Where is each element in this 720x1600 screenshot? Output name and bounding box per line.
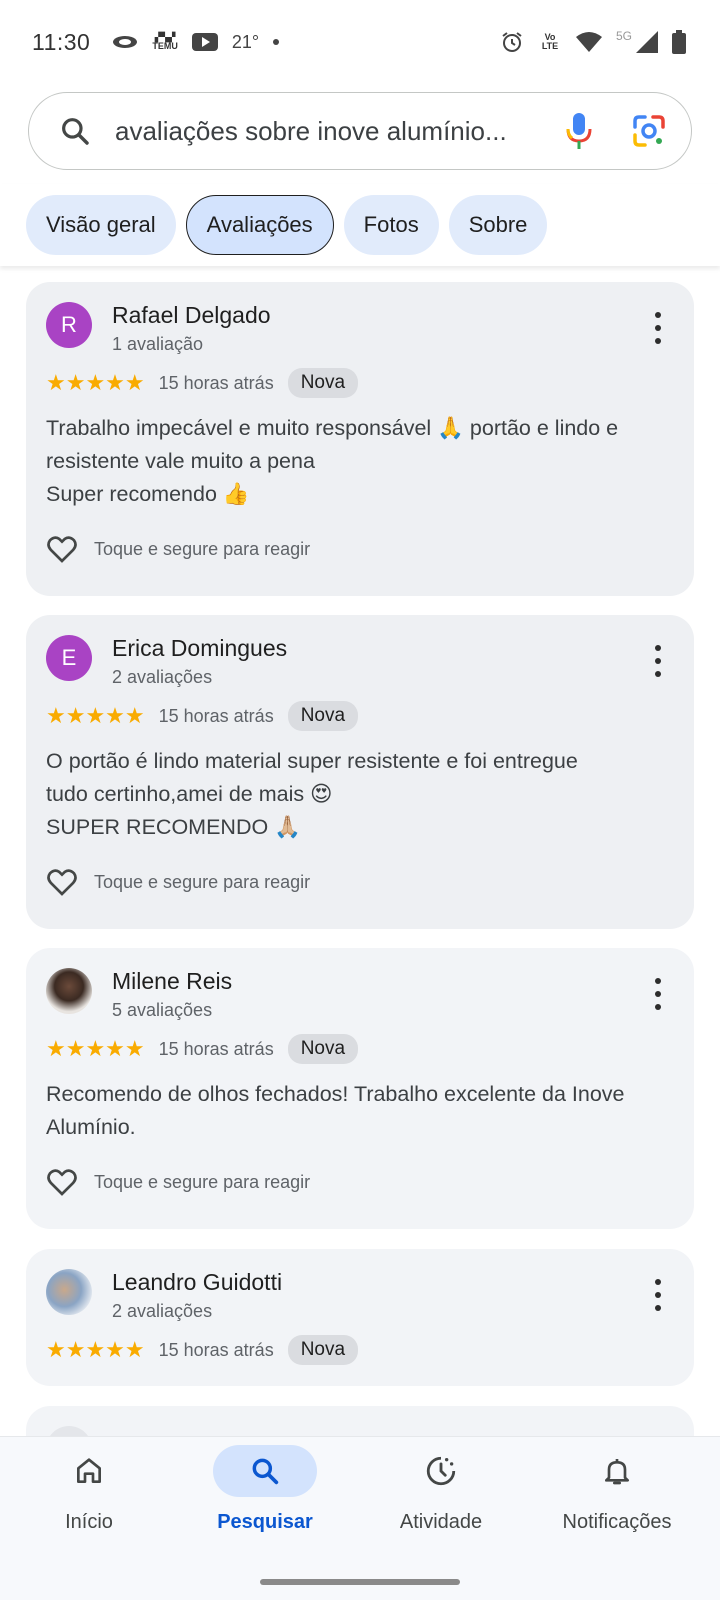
nav-label: Pesquisar [217,1511,313,1533]
review-text: Recomendo de olhos fechados! Trabalho ex… [46,1082,625,1139]
reviewer-name[interactable]: Milene Reis [112,968,232,995]
reviewer-name[interactable]: Erica Domingues [112,635,287,662]
star-rating: ★★★★★ [46,703,145,728]
mic-icon [566,113,592,149]
star-rating: ★★★★★ [46,1337,145,1362]
star-rating: ★★★★★ [46,370,145,395]
lens-icon [633,115,665,147]
review-time: 15 horas atrás [158,705,274,726]
more-options-button[interactable] [646,978,670,1010]
review-time: 15 horas atrás [158,1038,274,1059]
bell-icon [605,1459,629,1485]
react-hint: Toque e segure para reagir [94,538,311,559]
search-icon [57,113,93,149]
heart-icon [47,536,77,563]
reviewer-name[interactable]: Rafael Delgado [112,302,271,329]
alarm-icon [502,32,522,52]
notification-dot-icon [273,39,280,45]
review-count: 1 avaliação [112,334,204,354]
rating-row: ★★★★★ 15 horas atrás Nova [46,1335,359,1365]
review-card: E Erica Domingues 2 avaliações ★★★★★ 15 … [26,615,694,929]
review-count: 2 avaliações [112,1301,213,1321]
reviewer-name[interactable]: Leandro Guidotti [112,1269,282,1296]
nav-label: Início [65,1511,113,1533]
rating-row: ★★★★★ 15 horas atrás Nova [46,1034,359,1064]
review-count: 2 avaliações [112,667,213,687]
search-bar[interactable]: avaliações sobre inove alumínio... [28,92,692,170]
tab-reviews[interactable]: Avaliações [185,195,334,255]
react-button[interactable]: Toque e segure para reagir [46,867,310,897]
rating-row: ★★★★★ 15 horas atrás Nova [46,701,359,731]
temperature: 21° [231,31,260,52]
more-options-button[interactable] [646,312,670,344]
new-badge: Nova [287,701,359,731]
wifi-icon [575,32,602,52]
star-rating: ★★★★★ [46,1036,145,1061]
battery-icon [672,30,686,54]
review-time: 15 horas atrás [158,372,274,393]
home-indicator[interactable] [260,1579,460,1585]
nav-search[interactable]: Pesquisar [185,1445,345,1555]
network-type: 5G [615,29,632,43]
nav-activity[interactable]: Atividade [361,1445,521,1555]
status-bar: 11:30 ▞▚▞ TEMU 21° Vo LTE 5G [0,0,720,84]
home-icon [77,1458,101,1483]
heart-icon [47,869,77,896]
nav-label: Notificações [562,1511,672,1533]
avatar[interactable]: R [46,302,92,348]
review-text: O portão é lindo material super resisten… [46,749,578,839]
tab-about[interactable]: Sobre [448,195,548,255]
heart-icon [47,1169,77,1196]
tab-overview[interactable]: Visão geral [26,195,176,255]
review-card: R Rafael Delgado 1 avaliação ★★★★★ 15 ho… [26,282,694,596]
voice-search-button[interactable] [557,109,601,153]
new-badge: Nova [287,1034,359,1064]
review-time: 15 horas atrás [158,1339,274,1360]
bottom-navigation: Início Pesquisar Atividade Notificações [0,1436,720,1600]
review-text: Trabalho impecável e muito responsável 🙏… [46,416,619,506]
avatar[interactable] [46,968,92,1014]
review-card: Milene Reis 5 avaliações ★★★★★ 15 horas … [26,948,694,1229]
react-hint: Toque e segure para reagir [94,871,311,892]
tab-photos[interactable]: Fotos [343,195,439,255]
youtube-icon [191,33,218,51]
more-options-button[interactable] [646,1279,670,1311]
react-button[interactable]: Toque e segure para reagir [46,534,310,564]
avatar[interactable]: E [46,635,92,681]
nav-home[interactable]: Início [9,1445,169,1555]
new-badge: Nova [287,1335,359,1365]
google-lens-button[interactable] [627,109,671,153]
nav-notifications[interactable]: Notificações [537,1445,697,1555]
volte-icon: Vo LTE [541,32,559,51]
more-options-button[interactable] [646,645,670,677]
signal-icon [636,31,658,53]
avatar[interactable] [46,1269,92,1315]
new-badge: Nova [287,368,359,398]
react-hint: Toque e segure para reagir [94,1171,311,1192]
review-card: Leandro Guidotti 2 avaliações ★★★★★ 15 h… [26,1249,694,1386]
tabs-row: Visão geral Avaliações Fotos Sobre [0,184,720,266]
eye-app-icon [113,36,138,48]
nav-label: Atividade [399,1511,483,1533]
search-icon [252,1458,279,1485]
search-input[interactable]: avaliações sobre inove alumínio... [115,116,535,147]
review-count: 5 avaliações [112,1000,213,1020]
activity-icon [426,1456,456,1486]
rating-row: ★★★★★ 15 horas atrás Nova [46,368,359,398]
react-button[interactable]: Toque e segure para reagir [46,1167,310,1197]
status-time: 11:30 [32,28,91,55]
temu-icon: ▞▚▞ TEMU [152,32,178,51]
